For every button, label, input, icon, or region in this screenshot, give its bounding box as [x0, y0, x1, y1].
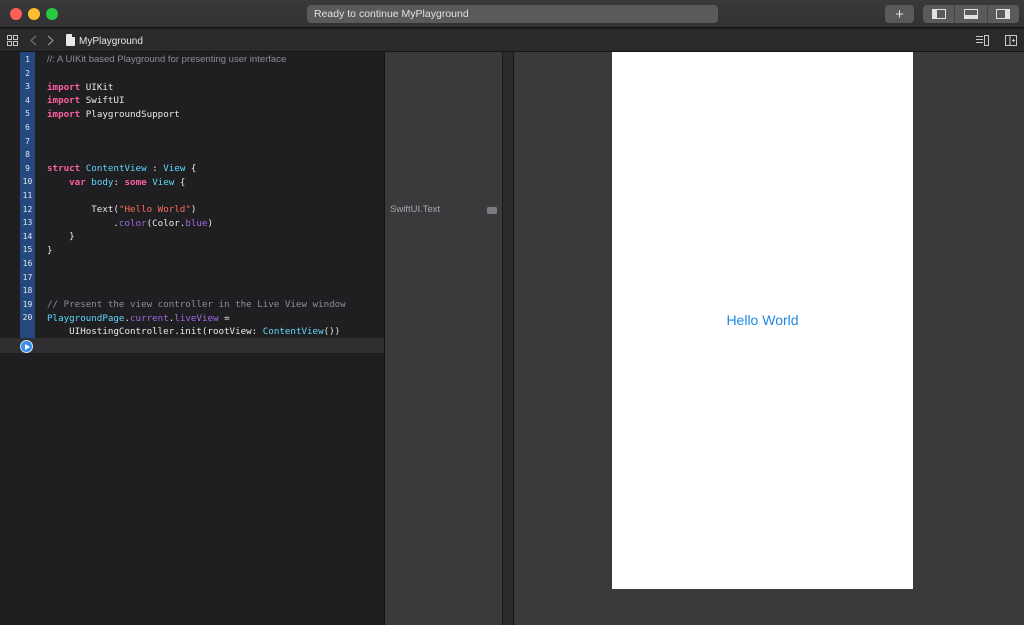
line-number: 11: [22, 191, 33, 200]
hello-world-text: Hello World: [726, 312, 799, 328]
code-line-19: // Present the view controller in the Li…: [47, 299, 346, 310]
toggle-inspector-button[interactable]: [988, 5, 1019, 23]
left-panel-icon: [931, 9, 946, 19]
live-view: Hello World: [514, 52, 1024, 625]
line-number: 15: [22, 245, 33, 255]
line-number: 16: [22, 259, 33, 268]
back-button[interactable]: [30, 33, 37, 48]
playground-file-icon: [66, 34, 75, 46]
line-number: 19: [22, 299, 33, 309]
code-line-13: .color(Color.blue): [47, 217, 214, 229]
plus-icon: +: [895, 5, 904, 23]
close-window-button[interactable]: [10, 8, 22, 20]
code-line-21: UIHostingController.init(rootView: Conte…: [69, 326, 341, 337]
code-line-10: var body: some View {: [69, 176, 186, 188]
split-editor-icon: [1005, 35, 1017, 46]
results-sidebar: SwiftUI.Text: [384, 52, 502, 625]
code-line-3: import UIKit: [47, 81, 114, 93]
forward-button[interactable]: [47, 33, 54, 48]
current-line-highlight: [0, 338, 384, 353]
panel-toggle-group: [923, 5, 1019, 23]
breadcrumb-file[interactable]: MyPlayground: [79, 34, 143, 49]
line-number: 4: [25, 95, 30, 105]
run-playground-button[interactable]: [20, 340, 33, 353]
lines-list-icon: [976, 35, 989, 46]
line-number: 20: [22, 313, 33, 323]
right-panel-icon: [996, 9, 1011, 19]
related-items-button[interactable]: [7, 33, 18, 48]
code-line-12: Text("Hello World"): [91, 204, 197, 215]
line-number: 5: [25, 109, 30, 119]
add-library-button[interactable]: +: [885, 5, 914, 23]
source-editor[interactable]: 1 2 3 4 5 6 7 8 9 10 11 12 13 14 15 16 17 18 19 20 //: A UI…: [0, 52, 384, 625]
line-number: 13: [22, 218, 33, 228]
quick-look-icon[interactable]: [487, 207, 497, 214]
line-number: 2: [25, 68, 30, 78]
code-line-14: }: [69, 231, 75, 242]
line-number: 8: [25, 150, 30, 160]
result-value: SwiftUI.Text: [390, 204, 441, 215]
grid-icon: [7, 35, 18, 46]
line-number: 14: [22, 231, 33, 241]
line-number: 9: [25, 163, 30, 173]
line-number: 18: [22, 286, 33, 296]
bottom-panel-icon: [963, 9, 978, 19]
toggle-navigator-button[interactable]: [923, 5, 956, 23]
code-line-9: struct ContentView : View {: [47, 163, 197, 174]
title-bar: Ready to continue MyPlayground +: [0, 0, 1024, 28]
code-line-20: PlaygroundPage.current.liveView =: [47, 312, 230, 324]
editor-options-button[interactable]: [976, 33, 989, 48]
line-number: 6: [25, 123, 30, 132]
results-divider[interactable]: [502, 52, 514, 625]
line-number: 12: [22, 204, 33, 214]
code-line-5: import PlaygroundSupport: [47, 108, 180, 120]
chevron-right-icon: [47, 35, 54, 46]
jump-bar: MyPlayground: [0, 29, 1024, 52]
line-number: 7: [25, 136, 30, 146]
line-number: 17: [22, 272, 33, 282]
code-line-15: }: [47, 244, 53, 256]
activity-status: Ready to continue MyPlayground: [307, 5, 718, 23]
line-number: 10: [22, 177, 33, 187]
chevron-left-icon: [30, 35, 37, 46]
add-editor-button[interactable]: [1005, 33, 1017, 48]
line-number: 1: [25, 55, 30, 64]
zoom-window-button[interactable]: [46, 8, 58, 20]
code-line-1: //: A UIKit based Playground for present…: [47, 54, 287, 65]
code-line-4: import SwiftUI: [47, 95, 125, 106]
toggle-debug-area-button[interactable]: [955, 5, 988, 23]
live-view-canvas[interactable]: Hello World: [612, 52, 913, 589]
line-number: 3: [25, 82, 30, 92]
minimize-window-button[interactable]: [28, 8, 40, 20]
